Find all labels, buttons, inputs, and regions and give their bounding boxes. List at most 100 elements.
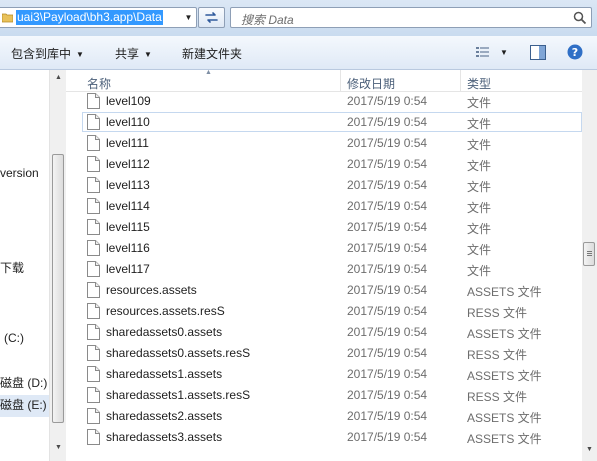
file-row[interactable]: level114 2017/5/19 0:54 文件 <box>66 196 582 217</box>
file-row[interactable]: level110 2017/5/19 0:54 文件 <box>66 112 582 133</box>
file-modified-date: 2017/5/19 0:54 <box>347 430 428 444</box>
column-header-type[interactable]: 类型 <box>467 75 491 92</box>
file-name: sharedassets0.assets <box>106 325 223 339</box>
grip-line <box>587 255 592 256</box>
file-modified-date: 2017/5/19 0:54 <box>347 367 428 381</box>
file-icon <box>87 429 100 445</box>
file-type: RESS 文件 <box>467 348 528 362</box>
navigation-scroll-thumb[interactable] <box>52 154 64 423</box>
share-button[interactable]: 共享 ▼ <box>115 45 152 62</box>
file-list: ▲ 名称 修改日期 类型 level109 2017/5/19 0:54 文件 lev… <box>66 70 582 461</box>
file-modified-date: 2017/5/19 0:54 <box>347 325 428 339</box>
chevron-down-icon: ▼ <box>500 47 508 57</box>
file-icon <box>87 261 100 277</box>
file-type: ASSETS 文件 <box>467 369 542 383</box>
scroll-up-arrow-icon[interactable]: ▲ <box>50 70 67 84</box>
file-row[interactable]: sharedassets0.assets.resS 2017/5/19 0:54 R… <box>66 343 582 364</box>
svg-text:?: ? <box>572 46 578 59</box>
file-row[interactable]: sharedassets0.assets 2017/5/19 0:54 ASSETS… <box>66 322 582 343</box>
file-icon <box>87 156 100 172</box>
nav-item-downloads[interactable]: 下载 <box>0 259 24 276</box>
nav-item-version[interactable]: version <box>0 166 39 180</box>
address-path[interactable]: uai3\Payload\bh3.app\Data <box>16 10 163 25</box>
file-name: level111 <box>106 136 149 150</box>
column-header-row: ▲ 名称 修改日期 类型 <box>66 70 582 92</box>
navigation-scrollbar[interactable]: ▲ ▼ <box>49 70 67 461</box>
search-input[interactable]: 搜索 Data <box>230 7 592 28</box>
file-row[interactable]: sharedassets1.assets.resS 2017/5/19 0:54 R… <box>66 385 582 406</box>
address-bar[interactable]: uai3\Payload\bh3.app\Data ▼ <box>0 7 197 28</box>
file-name: level116 <box>106 241 150 255</box>
file-type: RESS 文件 <box>467 390 528 404</box>
file-name: level109 <box>106 94 151 108</box>
search-icon[interactable] <box>573 11 587 25</box>
preview-pane-icon <box>530 44 546 60</box>
file-modified-date: 2017/5/19 0:54 <box>347 409 428 423</box>
chevron-down-icon: ▼ <box>144 50 152 59</box>
refresh-icon <box>205 12 218 23</box>
preview-pane-button[interactable] <box>530 43 546 61</box>
file-modified-date: 2017/5/19 0:54 <box>347 283 428 297</box>
column-header-name[interactable]: 名称 <box>87 75 111 92</box>
file-type: 文件 <box>467 96 492 110</box>
file-modified-date: 2017/5/19 0:54 <box>347 262 428 276</box>
include-in-library-button[interactable]: 包含到库中 ▼ <box>11 45 84 62</box>
help-button[interactable]: ? <box>567 43 583 61</box>
file-icon <box>87 408 100 424</box>
file-name: level112 <box>106 157 150 171</box>
file-name: level110 <box>106 115 150 129</box>
file-name: sharedassets2.assets <box>106 409 223 423</box>
refresh-button[interactable] <box>198 7 225 28</box>
view-options-icon <box>476 47 489 57</box>
nav-item-drive-e[interactable]: 磁盘 (E:) <box>0 395 49 417</box>
new-folder-button[interactable]: 新建文件夹 <box>182 45 242 62</box>
scroll-down-arrow-icon[interactable]: ▼ <box>50 440 67 454</box>
file-name: sharedassets1.assets <box>106 367 223 381</box>
file-icon <box>87 219 100 235</box>
file-modified-date: 2017/5/19 0:54 <box>347 178 428 192</box>
file-row[interactable]: resources.assets.resS 2017/5/19 0:54 RESS … <box>66 301 582 322</box>
file-list-scrollbar[interactable]: ▼ <box>582 70 597 461</box>
file-name: resources.assets <box>106 283 197 297</box>
file-row[interactable]: level109 2017/5/19 0:54 文件 <box>66 91 582 112</box>
column-header-modified[interactable]: 修改日期 <box>347 75 395 92</box>
file-modified-date: 2017/5/19 0:54 <box>347 346 428 360</box>
file-row[interactable]: sharedassets3.assets 2017/5/19 0:54 ASSETS… <box>66 427 582 448</box>
file-list-scroll-thumb[interactable] <box>583 242 595 266</box>
change-view-button[interactable] <box>475 43 491 61</box>
chevron-down-icon: ▼ <box>184 13 193 22</box>
file-icon <box>87 345 100 361</box>
file-modified-date: 2017/5/19 0:54 <box>347 304 428 318</box>
file-icon <box>87 93 100 109</box>
file-icon <box>87 240 100 256</box>
scroll-down-arrow-icon[interactable]: ▼ <box>581 442 597 456</box>
search-placeholder: 搜索 Data <box>241 13 294 27</box>
file-row[interactable]: sharedassets2.assets 2017/5/19 0:54 ASSETS… <box>66 406 582 427</box>
file-type: ASSETS 文件 <box>467 411 542 425</box>
view-dropdown-button[interactable]: ▼ <box>500 43 508 61</box>
file-modified-date: 2017/5/19 0:54 <box>347 136 428 150</box>
file-row[interactable]: level112 2017/5/19 0:54 文件 <box>66 154 582 175</box>
column-divider[interactable] <box>460 70 461 91</box>
nav-item-drive-d[interactable]: 磁盘 (D:) <box>0 374 47 391</box>
file-modified-date: 2017/5/19 0:54 <box>347 220 428 234</box>
file-type: 文件 <box>467 159 492 173</box>
file-icon <box>87 177 100 193</box>
file-icon <box>87 366 100 382</box>
file-icon <box>87 387 100 403</box>
file-row[interactable]: level117 2017/5/19 0:54 文件 <box>66 259 582 280</box>
file-row[interactable]: resources.assets 2017/5/19 0:54 ASSETS 文件 <box>66 280 582 301</box>
file-icon <box>87 303 100 319</box>
file-row[interactable]: level116 2017/5/19 0:54 文件 <box>66 238 582 259</box>
file-row[interactable]: level111 2017/5/19 0:54 文件 <box>66 133 582 154</box>
file-row[interactable]: level115 2017/5/19 0:54 文件 <box>66 217 582 238</box>
file-name: level113 <box>106 178 150 192</box>
address-history-dropdown[interactable]: ▼ <box>182 8 195 27</box>
file-row[interactable]: level113 2017/5/19 0:54 文件 <box>66 175 582 196</box>
file-name: level115 <box>106 220 150 234</box>
file-row[interactable]: sharedassets1.assets 2017/5/19 0:54 ASSETS… <box>66 364 582 385</box>
nav-item-drive-c[interactable]: (C:) <box>0 331 24 345</box>
file-modified-date: 2017/5/19 0:54 <box>347 241 428 255</box>
file-name: level117 <box>106 262 150 276</box>
column-divider[interactable] <box>340 70 341 91</box>
